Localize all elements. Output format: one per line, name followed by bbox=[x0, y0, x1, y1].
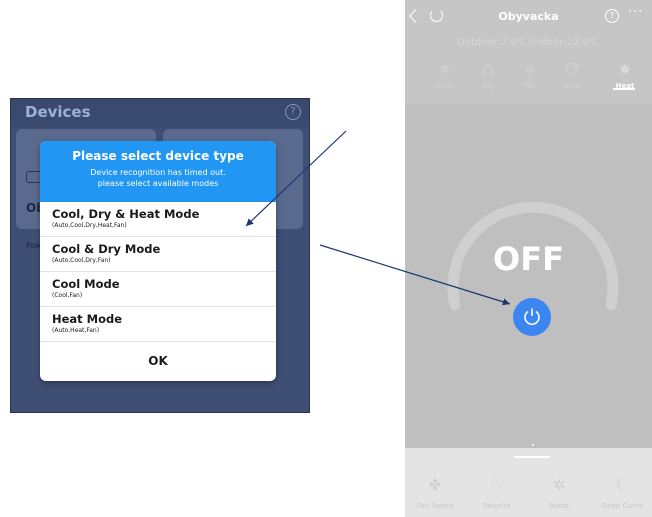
arrow-to-power-button bbox=[319, 244, 511, 306]
annotation-arrows bbox=[245, 130, 511, 306]
arrow-to-dialog-option bbox=[245, 130, 347, 227]
